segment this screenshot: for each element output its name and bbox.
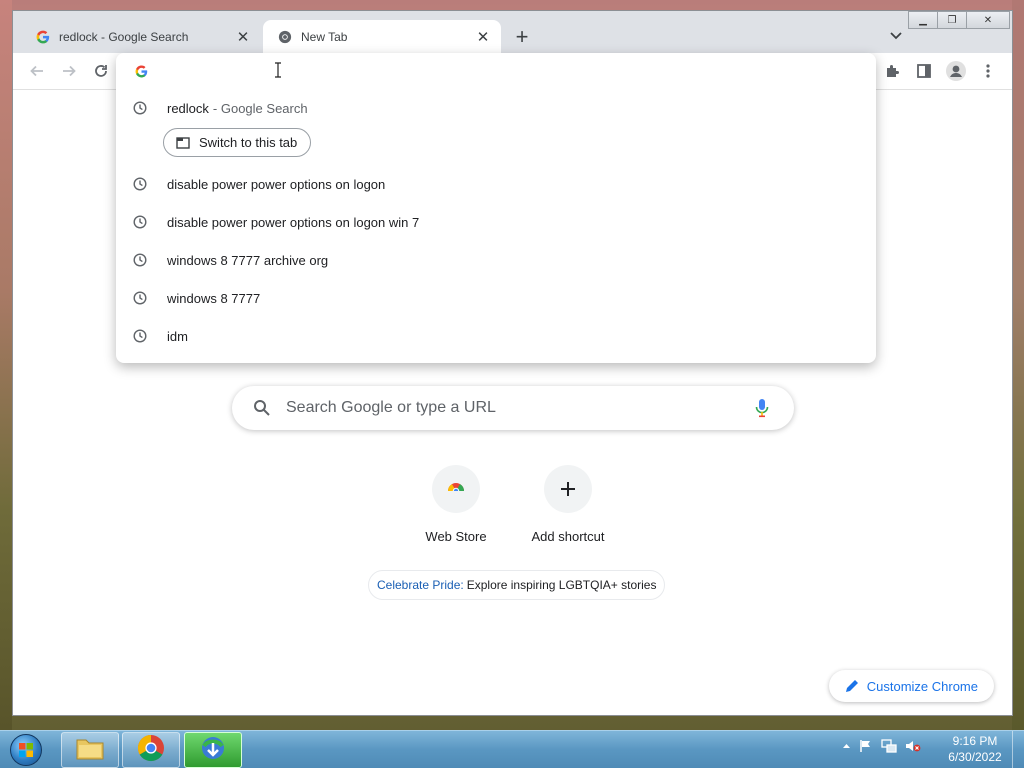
windows-logo-icon bbox=[10, 734, 42, 766]
close-tab-icon[interactable]: ✕ bbox=[473, 27, 493, 47]
tab-switch-icon bbox=[176, 136, 190, 149]
google-favicon-icon bbox=[35, 29, 51, 45]
omnibox-dropdown: redlock - Google Search Switch to this t… bbox=[116, 53, 876, 363]
history-clock-icon bbox=[132, 252, 148, 268]
chrome-web-store-icon bbox=[432, 465, 480, 513]
desktop-wallpaper-right bbox=[1012, 0, 1024, 730]
promo-link[interactable]: Celebrate Pride: bbox=[377, 578, 464, 592]
new-tab-button[interactable]: + bbox=[510, 25, 534, 49]
chrome-icon bbox=[137, 734, 165, 767]
switch-to-tab-button[interactable]: Switch to this tab bbox=[163, 128, 312, 157]
clock-time: 9:16 PM bbox=[952, 734, 998, 748]
search-placeholder: Search Google or type a URL bbox=[286, 399, 496, 416]
menu-kebab-icon[interactable] bbox=[976, 59, 1000, 83]
omnibox-input[interactable] bbox=[116, 53, 876, 89]
tab-redlock-search[interactable]: redlock - Google Search ✕ bbox=[21, 20, 261, 53]
suggestion-description: - Google Search bbox=[212, 100, 308, 116]
customize-label: Customize Chrome bbox=[866, 678, 978, 694]
pencil-icon bbox=[845, 679, 859, 693]
suggestion-text: redlock bbox=[167, 100, 209, 116]
tab-new-tab[interactable]: New Tab ✕ bbox=[263, 20, 501, 53]
folder-icon bbox=[75, 735, 105, 766]
restore-button[interactable]: ❐ bbox=[937, 11, 967, 29]
close-window-button[interactable]: ✕ bbox=[966, 11, 1010, 29]
tab-title: redlock - Google Search bbox=[59, 29, 189, 44]
system-clock[interactable]: 9:16 PM 6/30/2022 bbox=[940, 733, 1010, 765]
taskbar-explorer-button[interactable] bbox=[61, 732, 119, 768]
microphone-icon[interactable] bbox=[750, 396, 774, 420]
history-clock-icon bbox=[132, 100, 148, 116]
suggestion-text: disable power power options on logon win… bbox=[167, 214, 420, 230]
shortcut-web-store[interactable]: Web Store bbox=[400, 465, 512, 544]
pride-promo[interactable]: Celebrate Pride: Explore inspiring LGBTQ… bbox=[368, 570, 666, 600]
promo-text: Explore inspiring LGBTQIA+ stories bbox=[466, 578, 657, 592]
google-g-icon bbox=[133, 63, 149, 79]
switch-to-tab-label: Switch to this tab bbox=[199, 135, 298, 150]
network-icon[interactable] bbox=[881, 739, 897, 753]
show-hidden-icons-arrow-icon[interactable] bbox=[842, 743, 851, 749]
search-icon bbox=[252, 398, 272, 418]
history-clock-icon bbox=[132, 214, 148, 230]
side-panel-icon[interactable] bbox=[912, 59, 936, 83]
suggestion-item[interactable]: redlock - Google Search bbox=[116, 89, 876, 127]
reload-button[interactable] bbox=[89, 59, 113, 83]
suggestion-item[interactable]: windows 8 7777 bbox=[116, 279, 876, 317]
forward-button[interactable] bbox=[57, 59, 81, 83]
action-center-flag-icon[interactable] bbox=[859, 739, 873, 753]
plus-icon bbox=[544, 465, 592, 513]
chrome-favicon-icon bbox=[277, 29, 293, 45]
ntp-search-box[interactable]: Search Google or type a URL bbox=[232, 386, 794, 430]
suggestion-text: disable power power options on logon bbox=[167, 176, 386, 192]
suggestion-item[interactable]: disable power power options on logon win… bbox=[116, 203, 876, 241]
shortcut-label: Add shortcut bbox=[531, 529, 605, 544]
minimize-button[interactable]: ▁ bbox=[908, 11, 938, 29]
customize-chrome-button[interactable]: Customize Chrome bbox=[828, 670, 994, 702]
idm-icon bbox=[198, 735, 228, 766]
shortcut-add[interactable]: Add shortcut bbox=[512, 465, 624, 544]
back-button[interactable] bbox=[25, 59, 49, 83]
history-clock-icon bbox=[132, 328, 148, 344]
volume-muted-icon[interactable] bbox=[905, 739, 921, 753]
close-tab-icon[interactable]: ✕ bbox=[233, 27, 253, 47]
profile-avatar-icon[interactable] bbox=[944, 59, 968, 83]
suggestion-text: idm bbox=[167, 328, 188, 344]
system-tray bbox=[842, 739, 921, 753]
ibeam-cursor-icon bbox=[274, 62, 282, 78]
suggestion-text: windows 8 7777 archive org bbox=[167, 252, 329, 268]
suggestion-item[interactable]: idm bbox=[116, 317, 876, 355]
suggestion-item[interactable]: windows 8 7777 archive org bbox=[116, 241, 876, 279]
show-desktop-button[interactable] bbox=[1012, 731, 1024, 768]
taskbar: 9:16 PM 6/30/2022 bbox=[0, 730, 1024, 768]
history-clock-icon bbox=[132, 290, 148, 306]
clock-date: 6/30/2022 bbox=[948, 750, 1002, 764]
tab-search-chevron-icon[interactable] bbox=[885, 25, 907, 47]
history-clock-icon bbox=[132, 176, 148, 192]
desktop-wallpaper-left bbox=[0, 0, 12, 730]
taskbar-idm-button[interactable] bbox=[184, 732, 242, 768]
window-controls: ▁ ❐ ✕ bbox=[908, 11, 1010, 29]
suggestion-item[interactable]: disable power power options on logon bbox=[116, 165, 876, 203]
taskbar-chrome-button[interactable] bbox=[122, 732, 180, 768]
tab-strip: redlock - Google Search ✕ New Tab ✕ + ▁ … bbox=[13, 11, 1012, 53]
start-button[interactable] bbox=[5, 733, 47, 767]
suggestion-text: windows 8 7777 bbox=[167, 290, 261, 306]
extensions-puzzle-icon[interactable] bbox=[880, 59, 904, 83]
shortcut-label: Web Store bbox=[425, 529, 487, 544]
tab-title: New Tab bbox=[301, 29, 348, 44]
